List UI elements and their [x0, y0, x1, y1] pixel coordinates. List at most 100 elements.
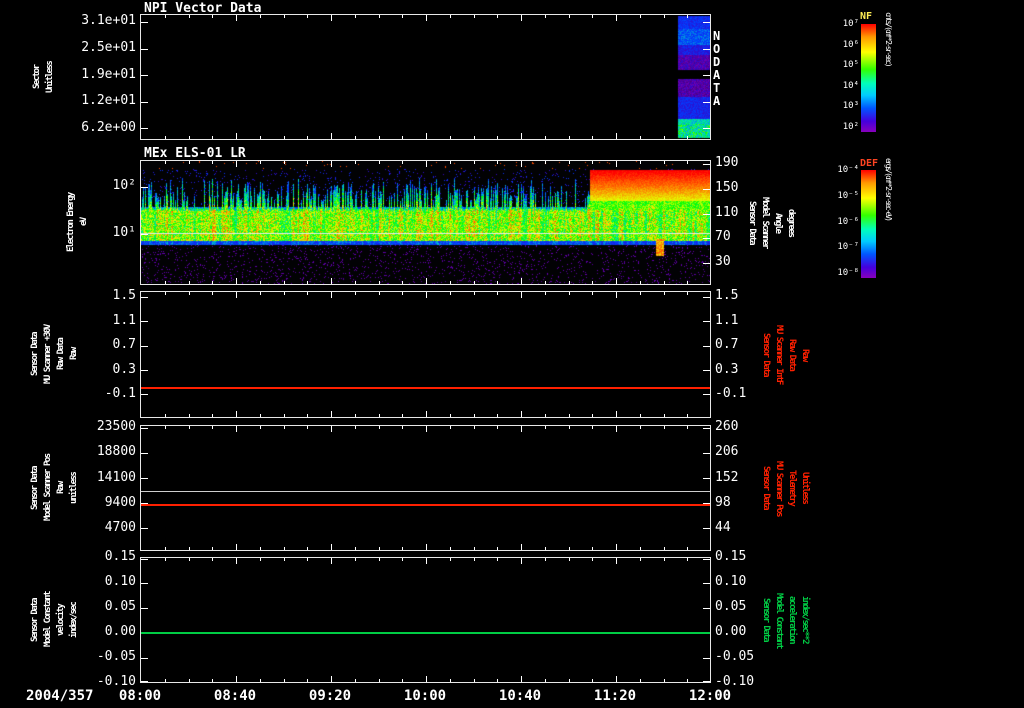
tick-mark [703, 453, 710, 454]
tick-mark [544, 161, 546, 164]
tick-mark [703, 478, 710, 479]
tick-mark [402, 15, 404, 18]
tick-mark [426, 292, 427, 298]
panel3-right-axis-title: Sensor Data MU Scanner IntF Raw Data Raw [758, 291, 812, 418]
tick-mark [663, 426, 665, 429]
tick-mark [663, 15, 665, 18]
x-tick-label: 09:20 [308, 688, 352, 704]
tick-mark [703, 297, 710, 298]
tick-label: 6.2e+00 [81, 120, 136, 135]
tick-mark [449, 281, 451, 284]
tick-mark [497, 414, 499, 417]
x-tick-label: 10:40 [498, 688, 542, 704]
tick-mark [259, 136, 261, 139]
tick-mark [703, 681, 710, 682]
tick-mark [141, 187, 148, 188]
tick-mark [544, 547, 546, 550]
panel5-left-axis-title: Sensor Data Model Constant velocity inde… [28, 557, 82, 683]
axis-title-line: Raw Data [787, 338, 797, 371]
tick-mark [307, 161, 309, 164]
no-data-label: NO DATA [713, 29, 728, 108]
tick-label: 152 [715, 469, 739, 485]
x-tick-label: 08:40 [213, 688, 257, 704]
tick-mark [141, 608, 148, 609]
tick-mark [568, 136, 570, 139]
tick-mark [473, 161, 475, 164]
tick-mark [521, 544, 522, 550]
tick-mark [402, 161, 404, 164]
tick-mark [639, 679, 641, 682]
tick-label: 44 [715, 520, 731, 535]
tick-label: -0.10 [96, 674, 136, 689]
tick-mark [426, 411, 427, 417]
tick-mark [703, 128, 710, 129]
tick-mark [236, 411, 237, 417]
axis-title-line: Model Scanner [760, 197, 770, 248]
tick-mark [354, 558, 356, 561]
tick-mark [568, 679, 570, 682]
tick-mark [236, 544, 237, 550]
tick-mark [259, 558, 261, 561]
tick-mark [283, 15, 285, 18]
tick-mark [141, 234, 148, 235]
tick-mark [497, 547, 499, 550]
tick-label: 1.5 [112, 288, 136, 303]
colorbar-tick: 10⁻⁷ [837, 242, 859, 253]
tick-mark [378, 292, 380, 295]
tick-mark [703, 213, 710, 215]
tick-mark [687, 679, 689, 682]
tick-mark [236, 676, 237, 682]
tick-mark [449, 161, 451, 164]
tick-mark [164, 161, 166, 164]
panel2-title: MEx ELS-01 LR [144, 146, 246, 161]
tick-label: 260 [715, 419, 739, 434]
tick-mark [568, 426, 570, 429]
tick-mark [616, 411, 617, 417]
tick-mark [164, 558, 166, 561]
axis-title-line: Model Constant [43, 592, 53, 648]
tick-mark [402, 136, 404, 139]
tick-mark [426, 426, 427, 432]
tick-mark [259, 414, 261, 417]
axis-title-line: Sensor Data [30, 332, 40, 377]
tick-mark [568, 414, 570, 417]
tick-mark [521, 411, 522, 417]
tick-mark [212, 679, 214, 682]
tick-mark [703, 394, 710, 395]
axis-title-line: Unitless [800, 472, 810, 504]
tick-mark [236, 161, 237, 167]
tick-mark [331, 558, 332, 564]
tick-mark [449, 15, 451, 18]
panel4-left-axis-title: Sensor Data Model Scanner Pos Raw unitle… [28, 425, 82, 551]
tick-mark [663, 414, 665, 417]
tick-mark [473, 15, 475, 18]
tick-label: 0.10 [104, 574, 136, 589]
tick-mark [616, 278, 617, 284]
tick-mark [703, 263, 710, 264]
axis-title-line: Sensor Data [30, 598, 40, 642]
tick-mark [212, 136, 214, 139]
tick-mark [236, 426, 237, 432]
tick-mark [141, 528, 148, 529]
tick-label: 0.10 [715, 574, 747, 589]
tick-label: 0.3 [715, 361, 739, 377]
tick-mark [212, 547, 214, 550]
tick-mark [544, 281, 546, 284]
x-tick-label: 08:00 [118, 688, 162, 704]
p4-white-line [141, 491, 710, 492]
axis-title-line: Unitless [45, 61, 55, 93]
tick-mark [141, 101, 148, 103]
tick-mark [473, 679, 475, 682]
tick-label: 18800 [96, 444, 136, 460]
tick-mark [687, 426, 689, 429]
colorbar-tick: 10⁻⁵ [837, 190, 859, 201]
tick-mark [331, 15, 332, 21]
nf-colorbar-unit: cnts/(cm**2-sr-sec) [884, 12, 893, 66]
tick-mark [473, 414, 475, 417]
tick-mark [703, 658, 710, 659]
colorbar-tick: 10⁻⁴ [837, 165, 859, 175]
tick-mark [473, 281, 475, 284]
tick-label: -0.10 [715, 674, 755, 689]
tick-label: 9400 [104, 494, 136, 510]
tick-mark [354, 15, 356, 18]
